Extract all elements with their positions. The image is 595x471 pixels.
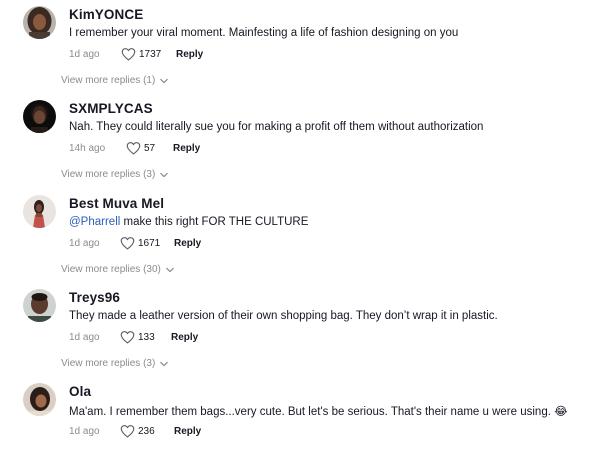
comment-text: Ma'am. I remember them bags...very cute.… bbox=[69, 404, 568, 418]
heart-outline-icon[interactable] bbox=[120, 330, 135, 344]
heart-outline-icon[interactable] bbox=[126, 141, 141, 155]
comment-text-body: I remember your viral moment. Mainfestin… bbox=[69, 27, 459, 39]
chevron-down-icon bbox=[160, 78, 169, 83]
comment-username[interactable]: Ola bbox=[69, 384, 91, 399]
reply-button[interactable]: Reply bbox=[173, 143, 200, 154]
comment-text-body: make this right FOR THE CULTURE bbox=[120, 216, 309, 228]
comment-time: 1d ago bbox=[69, 238, 100, 249]
chevron-down-icon bbox=[160, 361, 169, 366]
avatar[interactable] bbox=[23, 383, 56, 416]
avatar[interactable] bbox=[23, 195, 56, 228]
comment-item: Treys96 They made a leather version of t… bbox=[0, 283, 595, 377]
comment-username[interactable]: Best Muva Mel bbox=[69, 196, 164, 211]
reply-button[interactable]: Reply bbox=[171, 332, 198, 343]
comment-text: They made a leather version of their own… bbox=[69, 310, 498, 322]
comment-item: Ola Ma'am. I remember them bags...very c… bbox=[0, 377, 595, 471]
heart-outline-icon[interactable] bbox=[121, 47, 136, 61]
comment-item: Best Muva Mel @Pharrell make this right … bbox=[0, 189, 595, 283]
avatar[interactable] bbox=[23, 289, 56, 322]
comment-username[interactable]: SXMPLYCAS bbox=[69, 101, 153, 116]
view-more-replies[interactable]: View more replies (1) bbox=[61, 75, 169, 86]
comment-text: I remember your viral moment. Mainfestin… bbox=[69, 27, 458, 39]
heart-outline-icon[interactable] bbox=[120, 424, 135, 438]
chevron-down-icon bbox=[166, 267, 174, 272]
like-count: 1671 bbox=[138, 238, 161, 249]
like-count: 236 bbox=[138, 426, 155, 437]
avatar[interactable] bbox=[23, 6, 56, 39]
like-count: 57 bbox=[144, 143, 156, 154]
comment-time: 1d ago bbox=[69, 426, 100, 437]
comment-time: 14h ago bbox=[69, 143, 106, 154]
comment-time: 1d ago bbox=[69, 332, 100, 343]
view-more-replies[interactable]: View more replies (30) bbox=[61, 264, 174, 275]
like-count: 1737 bbox=[139, 49, 162, 60]
view-more-replies-label: View more replies (30) bbox=[61, 264, 161, 275]
comment-time: 1d ago bbox=[69, 49, 100, 60]
reply-button[interactable]: Reply bbox=[174, 426, 201, 437]
comment-username[interactable]: KimYONCE bbox=[69, 7, 143, 22]
comment-text-body: Nah. They could literally sue you for ma… bbox=[69, 121, 484, 133]
chevron-down-icon bbox=[160, 172, 169, 177]
comment-text: @Pharrell make this right FOR THE CULTUR… bbox=[69, 216, 308, 228]
comment-text-body: Ma'am. I remember them bags...very cute.… bbox=[69, 406, 568, 418]
view-more-replies-label: View more replies (3) bbox=[61, 358, 156, 369]
heart-outline-icon[interactable] bbox=[120, 236, 135, 250]
reply-button[interactable]: Reply bbox=[176, 49, 203, 60]
comment-mention-link[interactable]: @Pharrell bbox=[69, 216, 120, 228]
view-more-replies-label: View more replies (3) bbox=[61, 169, 156, 180]
comment-item: KimYONCE I remember your viral moment. M… bbox=[0, 0, 595, 94]
comment-username[interactable]: Treys96 bbox=[69, 290, 120, 305]
reply-button[interactable]: Reply bbox=[174, 238, 201, 249]
view-more-replies-label: View more replies (1) bbox=[61, 75, 156, 86]
avatar[interactable] bbox=[23, 100, 56, 133]
comment-text-body: They made a leather version of their own… bbox=[69, 310, 498, 322]
comment-text: Nah. They could literally sue you for ma… bbox=[69, 121, 483, 133]
view-more-replies[interactable]: View more replies (3) bbox=[61, 169, 169, 180]
like-count: 133 bbox=[138, 332, 155, 343]
comment-item: SXMPLYCAS Nah. They could literally sue … bbox=[0, 94, 595, 188]
view-more-replies[interactable]: View more replies (3) bbox=[61, 358, 169, 369]
